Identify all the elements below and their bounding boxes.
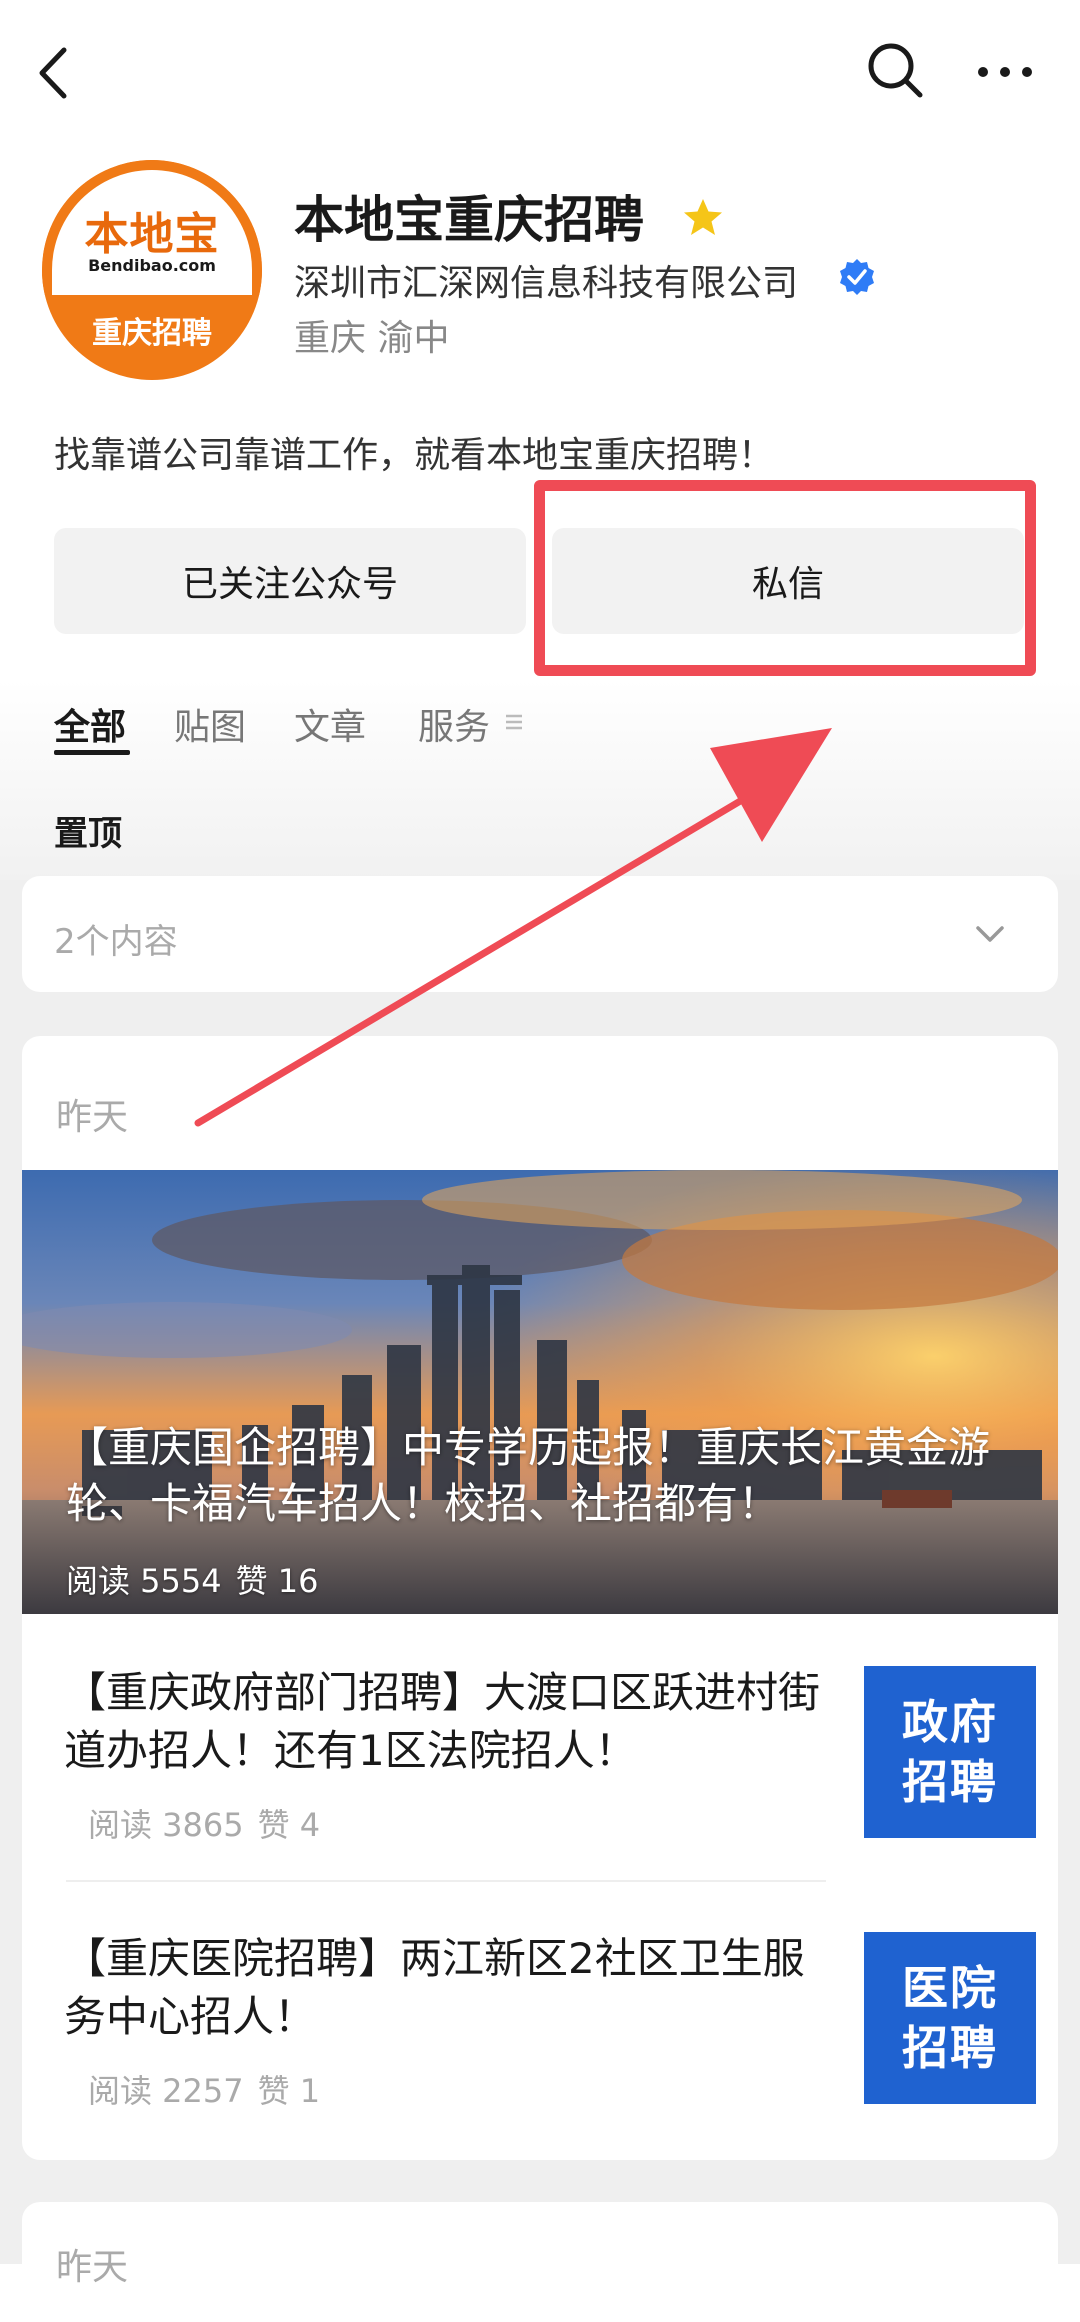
article-divider — [66, 1880, 826, 1882]
back-icon[interactable] — [30, 38, 80, 108]
article-likes: 赞 4 — [257, 1806, 321, 1844]
account-description: 找靠谱公司靠谱工作，就看本地宝重庆招聘！ — [54, 435, 775, 476]
article-item[interactable]: 【重庆医院招聘】两江新区2社区卫生服务中心招人！ 阅读 2257 赞 1 医院 招… — [64, 1930, 1036, 2110]
thumbnail-line-2: 招聘 — [902, 1755, 998, 1809]
verified-icon — [838, 258, 876, 296]
thumbnail-line-1: 政府 — [902, 1695, 998, 1749]
article-stats: 阅读 2257 赞 1 — [88, 2066, 320, 2112]
location-text: 重庆 渝中 — [294, 318, 450, 359]
pinned-count: 2个内容 — [54, 922, 178, 962]
annotation-highlight-box — [534, 480, 1036, 676]
article-item[interactable]: 【重庆政府部门招聘】大渡口区跃进村街道办招人！还有1区法院招人！ 阅读 3865… — [64, 1664, 1036, 1844]
hero-article[interactable]: 【重庆国企招聘】中专学历起报！重庆长江黄金游轮、卡福汽车招人！校招、社招都有！ … — [22, 1170, 1058, 1614]
tab-articles[interactable]: 文章 — [294, 698, 366, 750]
pinned-card[interactable]: 2个内容 — [22, 876, 1058, 992]
article-reads: 阅读 2257 — [88, 2072, 244, 2110]
avatar-domain-text: Bendibao.com — [88, 256, 216, 275]
followed-button[interactable]: 已关注公众号 — [54, 528, 526, 634]
hero-likes: 赞 16 — [235, 1562, 319, 1600]
star-icon[interactable] — [682, 196, 724, 238]
article-thumbnail: 政府 招聘 — [864, 1666, 1036, 1838]
avatar-bottom-text: 重庆招聘 — [92, 316, 212, 351]
active-tab-indicator — [54, 750, 130, 755]
article-title: 【重庆医院招聘】两江新区2社区卫生服务中心招人！ — [64, 1934, 805, 2041]
hero-reads: 阅读 5554 — [66, 1562, 222, 1600]
article-title: 【重庆政府部门招聘】大渡口区跃进村街道办招人！还有1区法院招人！ — [64, 1668, 821, 1775]
feed-card: 昨天 【重庆国企招聘】中专学历起报！重庆长江黄金游轮、卡福汽车招人！校招、社招都… — [22, 1036, 1058, 2160]
article-likes: 赞 1 — [257, 2072, 321, 2110]
tab-images[interactable]: 贴图 — [174, 698, 246, 750]
next-feed-date: 昨天 — [56, 2247, 129, 2288]
hero-image — [22, 1170, 1058, 1614]
pinned-section-title: 置顶 — [54, 814, 122, 854]
next-feed-card: 昨天 — [22, 2202, 1058, 2322]
tab-all[interactable]: 全部 — [54, 698, 126, 750]
tab-services[interactable]: 服务 — [418, 698, 490, 750]
hero-article-title: 【重庆国企招聘】中专学历起报！重庆长江黄金游轮、卡福汽车招人！校招、社招都有！ — [66, 1423, 991, 1528]
avatar[interactable]: 本地宝 Bendibao.com 重庆招聘 — [42, 160, 262, 380]
account-name: 本地宝重庆招聘 — [294, 191, 644, 249]
hero-article-stats: 阅读 5554 赞 16 — [66, 1556, 319, 1602]
thumbnail-line-2: 招聘 — [902, 2021, 998, 2075]
more-icon[interactable] — [975, 52, 1035, 92]
chevron-down-icon[interactable] — [970, 916, 1010, 952]
search-icon[interactable] — [865, 40, 925, 100]
article-stats: 阅读 3865 赞 4 — [88, 1800, 320, 1846]
feed-date: 昨天 — [56, 1097, 129, 1138]
article-thumbnail: 医院 招聘 — [864, 1932, 1036, 2104]
services-menu-icon[interactable] — [502, 710, 526, 734]
thumbnail-line-1: 医院 — [902, 1961, 998, 2015]
avatar-brand-text: 本地宝 — [84, 209, 220, 260]
article-reads: 阅读 3865 — [88, 1806, 244, 1844]
company-name[interactable]: 深圳市汇深网信息科技有限公司 — [294, 254, 798, 306]
